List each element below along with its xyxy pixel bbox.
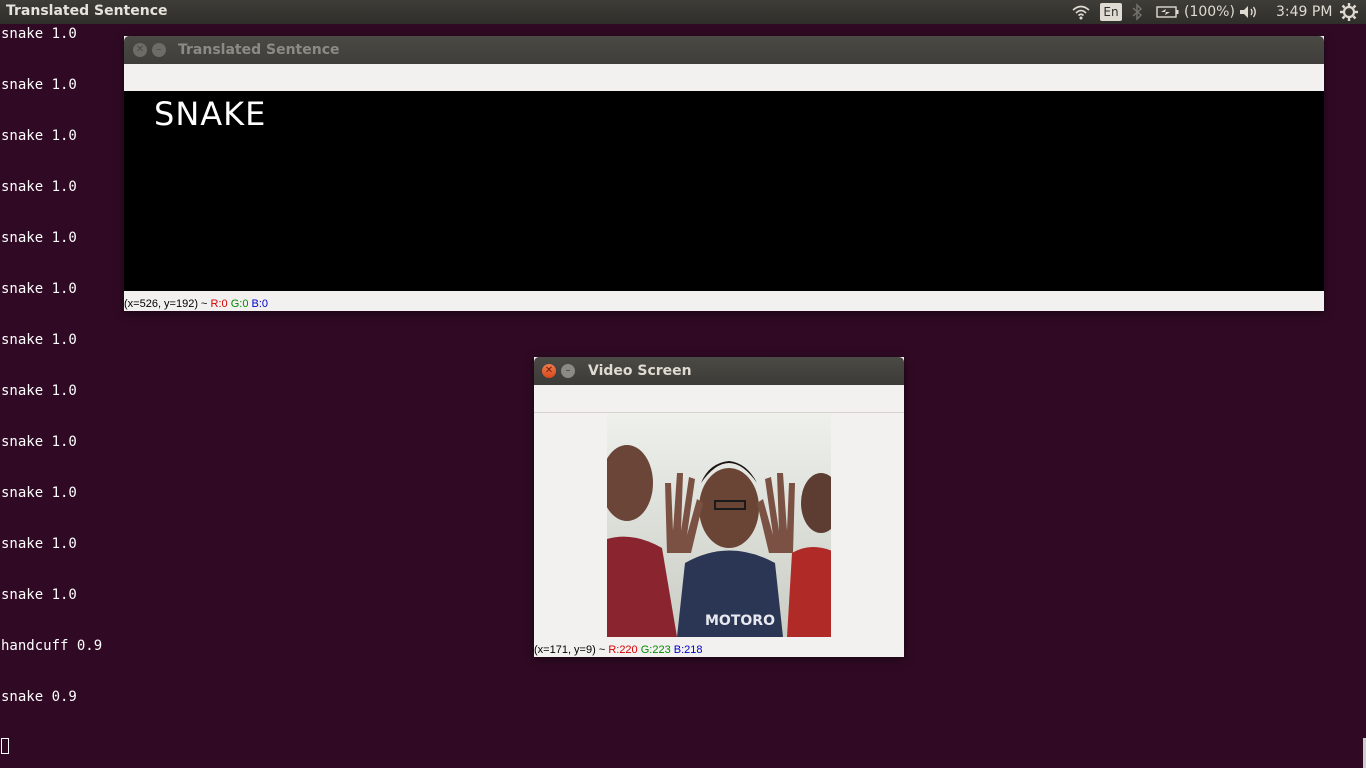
top-panel: Translated Sentence En (100%) 3:49 PM xyxy=(0,0,1366,24)
terminal-line: snake 1.0 xyxy=(1,230,77,246)
terminal-line: snake 1.0 xyxy=(1,383,77,399)
close-icon[interactable]: ✕ xyxy=(133,43,147,57)
terminal-line: snake 1.0 xyxy=(1,281,77,297)
terminal-line: snake 1.0 xyxy=(1,179,77,195)
cursor-coords: (x=171, y=9) ~ xyxy=(534,644,606,656)
blue-value: B:0 xyxy=(251,298,269,310)
minimize-icon[interactable]: – xyxy=(561,364,575,378)
clock[interactable]: 3:49 PM xyxy=(1276,0,1332,24)
green-value: G:0 xyxy=(230,298,249,310)
active-app-title: Translated Sentence xyxy=(6,3,168,19)
terminal-line: snake 1.0 xyxy=(1,587,77,603)
window-title: Video Screen xyxy=(588,363,692,379)
sentence-canvas[interactable]: SNAKE xyxy=(124,91,1324,291)
red-value: R:0 xyxy=(210,298,228,310)
terminal-line: snake 0.9 xyxy=(1,689,77,705)
terminal-line: snake 1.0 xyxy=(1,332,77,348)
shirt-logo: MOTORO xyxy=(705,613,775,629)
camera-frame-image: MOTORO xyxy=(607,413,831,637)
terminal-line: snake 1.0 xyxy=(1,536,77,552)
window-toolbar xyxy=(124,64,1324,92)
window-toolbar xyxy=(534,385,904,413)
terminal-line: snake 1.0 xyxy=(1,26,77,42)
close-icon[interactable]: ✕ xyxy=(542,364,556,378)
video-screen-window: ✕ – Video Screen MOTORO (x=171, y=9) ~ R… xyxy=(534,357,904,657)
bluetooth-icon[interactable] xyxy=(1130,0,1144,24)
window-titlebar[interactable]: ✕ – Video Screen xyxy=(534,357,904,385)
keyboard-layout-indicator[interactable]: En xyxy=(1100,3,1122,21)
terminal-cursor xyxy=(1,738,9,754)
camera-feed[interactable]: MOTORO xyxy=(607,413,831,637)
terminal-line: snake 1.0 xyxy=(1,434,77,450)
window-title: Translated Sentence xyxy=(178,42,340,58)
battery-icon[interactable] xyxy=(1156,0,1180,24)
green-value: G:223 xyxy=(640,644,671,656)
terminal-line: snake 1.0 xyxy=(1,77,77,93)
translated-sentence-window: ✕ – Translated Sentence SNAKE (x=526, y=… xyxy=(124,36,1324,311)
minimize-icon[interactable]: – xyxy=(152,43,166,57)
translated-sentence: SNAKE xyxy=(154,95,267,133)
battery-percentage: (100%) xyxy=(1184,4,1235,20)
terminal-line: handcuff 0.9 xyxy=(1,638,103,654)
window-titlebar[interactable]: ✕ – Translated Sentence xyxy=(124,36,1324,64)
volume-icon[interactable] xyxy=(1238,0,1260,24)
terminal-line: snake 1.0 xyxy=(1,128,77,144)
pixel-status-bar: (x=171, y=9) ~ R:220 G:223 B:218 xyxy=(534,639,904,657)
blue-value: B:218 xyxy=(673,644,703,656)
terminal-line: snake 1.0 xyxy=(1,485,77,501)
pixel-status-bar: (x=526, y=192) ~ R:0 G:0 B:0 xyxy=(124,293,1324,311)
wifi-icon[interactable] xyxy=(1070,0,1092,24)
gear-icon[interactable] xyxy=(1338,0,1360,24)
cursor-coords: (x=526, y=192) ~ xyxy=(124,298,208,310)
red-value: R:220 xyxy=(608,644,638,656)
